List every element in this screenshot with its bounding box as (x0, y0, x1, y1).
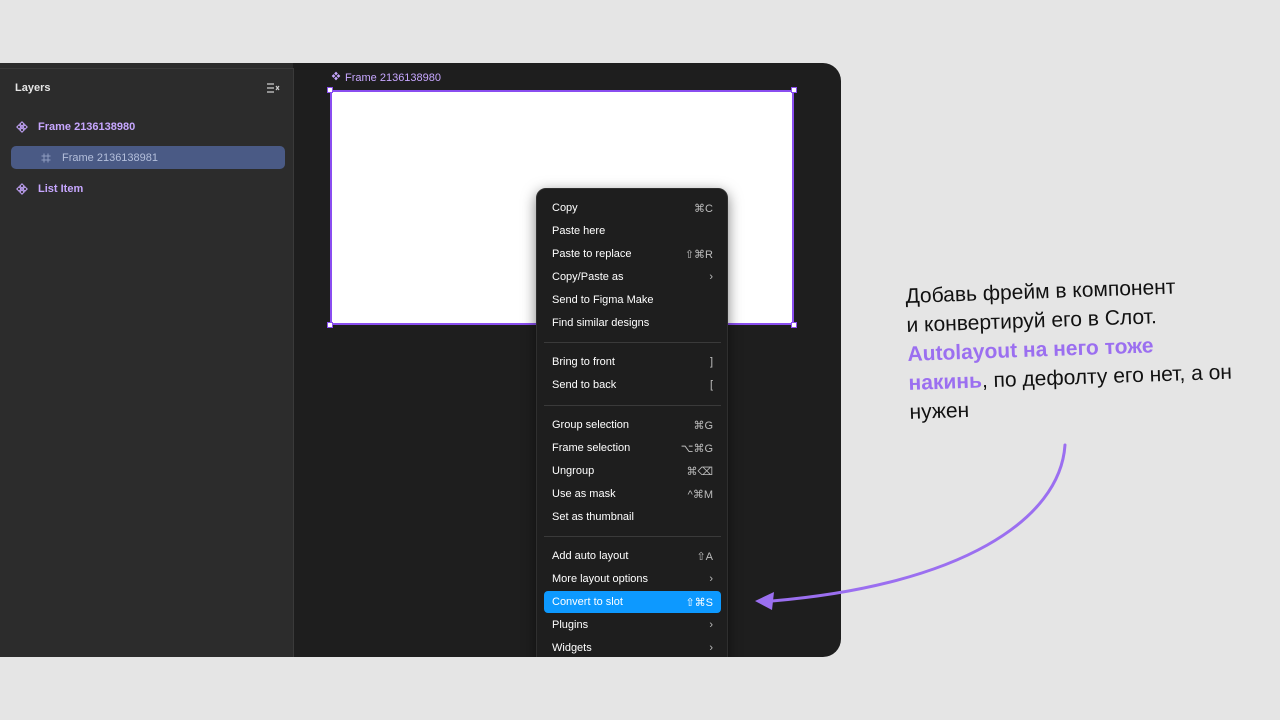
menu-item-label: Use as mask (552, 488, 616, 500)
menu-item-label: Widgets (552, 642, 592, 654)
menu-item-label: Group selection (552, 419, 630, 431)
menu-item-shortcut: ] (709, 356, 713, 368)
menu-item-set-as-thumbnail[interactable]: Set as thumbnail (544, 506, 721, 528)
layers-title: Layers (15, 82, 51, 94)
annotation-line-1: Добавь фрейм в компонент (905, 275, 1176, 308)
menu-item-more-layout-options[interactable]: More layout options › (544, 568, 721, 590)
menu-item-group-selection[interactable]: Group selection ⌘G (544, 414, 721, 436)
canvas-frame-label[interactable]: Frame 2136138980 (331, 71, 441, 84)
layer-item-frame-2136138981[interactable]: Frame 2136138981 (11, 146, 285, 169)
menu-item-convert-to-slot[interactable]: Convert to slot ⇧⌘S (544, 591, 721, 613)
menu-item-label: Frame selection (552, 442, 631, 454)
menu-item-shortcut: ⌘C (694, 202, 713, 215)
menu-item-bring-to-front[interactable]: Bring to front ] (544, 351, 721, 373)
menu-item-shortcut: ⌥⌘G (680, 442, 713, 455)
menu-item-copy[interactable]: Copy ⌘C (544, 197, 721, 219)
chevron-right-icon: › (709, 642, 713, 654)
menu-item-label: Add auto layout (552, 550, 629, 562)
menu-item-shortcut: [ (709, 379, 713, 391)
menu-item-shortcut: ⇧⌘S (685, 596, 713, 609)
menu-item-shortcut: ⌘G (693, 419, 713, 432)
menu-item-ungroup[interactable]: Ungroup ⌘⌫ (544, 460, 721, 482)
menu-item-shortcut: ⇧A (696, 550, 713, 563)
chevron-right-icon: › (709, 573, 713, 585)
annotation-line-2: и конвертируй его в Слот. (906, 305, 1158, 337)
annotation-callout: Добавь фрейм в компонент и конвертируй е… (905, 270, 1240, 426)
collapse-layers-icon[interactable] (266, 81, 280, 93)
resize-handle-top-right[interactable] (791, 87, 797, 93)
menu-item-use-as-mask[interactable]: Use as mask ^⌘M (544, 483, 721, 505)
menu-item-paste-here[interactable]: Paste here (544, 220, 721, 242)
menu-item-label: Paste here (552, 225, 606, 237)
menu-divider (544, 405, 721, 406)
chevron-right-icon: › (709, 271, 713, 283)
component-icon (11, 115, 33, 138)
layer-label: Frame 2136138981 (62, 151, 159, 164)
menu-item-shortcut: ⇧⌘R (684, 248, 713, 261)
menu-item-add-auto-layout[interactable]: Add auto layout ⇧A (544, 545, 721, 567)
layer-item-frame-2136138980[interactable]: Frame 2136138980 (11, 115, 285, 138)
layer-label: Frame 2136138980 (38, 120, 136, 133)
menu-item-label: Find similar designs (552, 317, 650, 329)
menu-item-label: Plugins (552, 619, 589, 631)
menu-item-label: Copy/Paste as (552, 271, 624, 283)
component-icon (11, 177, 33, 200)
layers-panel: Layers Frame 2136138980 Frame 2136138981… (0, 68, 294, 657)
layer-label: List Item (38, 182, 84, 195)
menu-item-send-to-back[interactable]: Send to back [ (544, 374, 721, 396)
resize-handle-bottom-right[interactable] (791, 322, 797, 328)
menu-item-paste-to-replace[interactable]: Paste to replace ⇧⌘R (544, 243, 721, 265)
menu-item-label: Convert to slot (552, 596, 623, 608)
frame-label-text: Frame 2136138980 (345, 71, 442, 84)
menu-item-label: Copy (552, 202, 578, 214)
menu-item-shortcut: ^⌘M (687, 488, 713, 501)
context-menu: Copy ⌘C Paste here Paste to replace ⇧⌘R … (536, 188, 728, 657)
menu-item-label: Send to back (552, 379, 617, 391)
menu-item-send-to-figma-make[interactable]: Send to Figma Make (544, 289, 721, 311)
resize-handle-bottom-left[interactable] (327, 322, 333, 328)
menu-item-label: Paste to replace (552, 248, 632, 260)
resize-handle-top-left[interactable] (327, 87, 333, 93)
chevron-right-icon: › (709, 619, 713, 631)
menu-divider (544, 342, 721, 343)
component-icon (331, 71, 341, 84)
menu-item-label: Send to Figma Make (552, 294, 654, 306)
frame-icon (35, 146, 57, 169)
menu-item-widgets[interactable]: Widgets › (544, 637, 721, 657)
menu-item-copy-paste-as[interactable]: Copy/Paste as › (544, 266, 721, 288)
menu-item-label: Set as thumbnail (552, 511, 634, 523)
layer-item-list-item[interactable]: List Item (11, 177, 285, 200)
menu-item-find-similar-designs[interactable]: Find similar designs (544, 312, 721, 334)
menu-divider (544, 536, 721, 537)
menu-item-label: Ungroup (552, 465, 595, 477)
menu-item-plugins[interactable]: Plugins › (544, 614, 721, 636)
menu-item-label: Bring to front (552, 356, 615, 368)
menu-item-label: More layout options (552, 573, 648, 585)
figma-window: Layers Frame 2136138980 Frame 2136138981… (0, 63, 841, 657)
menu-item-shortcut: ⌘⌫ (686, 465, 713, 478)
menu-item-frame-selection[interactable]: Frame selection ⌥⌘G (544, 437, 721, 459)
